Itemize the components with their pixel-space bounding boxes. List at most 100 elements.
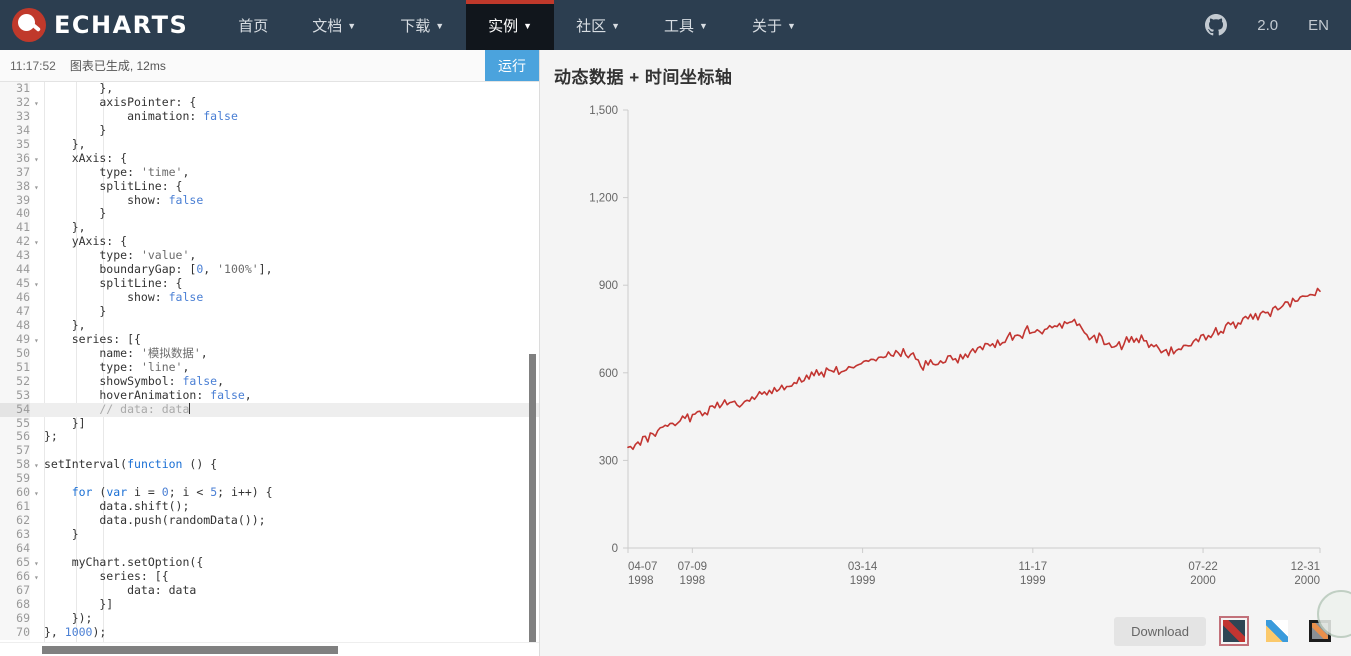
code-line[interactable]: 52 showSymbol: false, — [0, 373, 539, 389]
code-line[interactable]: 64 — [0, 541, 539, 556]
github-icon[interactable] — [1205, 14, 1228, 36]
code-line[interactable]: 53 hoverAnimation: false, — [0, 388, 539, 403]
code-line[interactable]: 67 data: data — [0, 583, 539, 598]
status-timestamp: 11:17:52 — [10, 58, 56, 73]
code-lines[interactable]: 31 }, 32 ▾ axisPointer: {33 animation: fal… — [0, 82, 539, 656]
code-line[interactable]: 62 data.push(randomData()); — [0, 513, 539, 529]
code-token: }; — [44, 429, 58, 444]
line-number: 63 — [0, 527, 30, 542]
text-cursor — [189, 402, 191, 414]
code-token: }); — [44, 610, 93, 625]
x-axis-tick-label-year: 1998 — [628, 575, 654, 587]
x-axis-tick-label-date: 04-07 — [628, 561, 657, 573]
fold-toggle-icon[interactable]: ▾ — [34, 97, 44, 111]
run-button[interactable]: 运行 — [485, 50, 539, 81]
code-token: name: — [44, 345, 141, 360]
chart-footer-toolbar: Download — [1114, 616, 1335, 646]
theme-swatch-light[interactable] — [1262, 616, 1292, 646]
fold-toggle-icon[interactable]: ▾ — [34, 334, 44, 348]
code-token: xAxis: { — [44, 150, 128, 165]
code-token: , — [203, 262, 218, 277]
code-token: var — [106, 485, 128, 500]
code-line[interactable]: 34 } — [0, 123, 539, 138]
code-line[interactable]: 47 } — [0, 304, 539, 319]
code-line[interactable]: 39 show: false — [0, 193, 539, 208]
code-token: series: [{ — [44, 568, 169, 583]
y-axis-tick-label: 0 — [612, 543, 618, 555]
code-line[interactable]: 55 }] — [0, 416, 539, 431]
status-message: 图表已生成, 12ms — [69, 59, 166, 73]
code-line[interactable]: 50 name: '模拟数据', — [0, 345, 539, 361]
language-toggle[interactable]: EN — [1308, 17, 1329, 34]
fold-toggle-icon[interactable]: ▾ — [34, 278, 44, 292]
editor-vertical-scrollbar[interactable] — [529, 354, 536, 652]
nav-item-download[interactable]: 下载 ▼ — [378, 0, 466, 50]
code-line[interactable]: 33 animation: false — [0, 109, 539, 124]
code-line[interactable]: 68 }] — [0, 597, 539, 612]
nav-item-about[interactable]: 关于 ▼ — [730, 0, 818, 50]
brand-logo[interactable]: ECHARTS — [0, 0, 202, 50]
code-line[interactable]: 42 ▾ yAxis: { — [0, 234, 539, 250]
nav-item-docs[interactable]: 文档 ▼ — [290, 0, 378, 50]
code-line[interactable]: 54 // data: data — [0, 402, 539, 417]
chart-title: 动态数据 + 时间坐标轴 — [554, 68, 733, 87]
code-line[interactable]: 41 }, — [0, 220, 539, 236]
code-line[interactable]: 57 — [0, 443, 539, 459]
editor-horizontal-scrollbar-track[interactable] — [0, 642, 539, 656]
code-line[interactable]: 45 ▾ splitLine: { — [0, 276, 539, 292]
code-line[interactable]: 46 show: false — [0, 290, 539, 306]
chevron-down-icon: ▼ — [523, 20, 533, 31]
fold-toggle-icon[interactable]: ▾ — [34, 236, 44, 250]
code-line[interactable]: 69 }); — [0, 610, 539, 626]
code-token: , — [217, 373, 225, 388]
code-line[interactable]: 58 ▾ setInterval(function () { — [0, 457, 539, 473]
code-area[interactable]: 31 }, 32 ▾ axisPointer: {33 animation: fal… — [0, 82, 539, 656]
code-line[interactable]: 43 type: 'value', — [0, 248, 539, 264]
x-axis-tick-label-year: 2000 — [1294, 575, 1320, 587]
code-line[interactable]: 36 ▾ xAxis: { — [0, 150, 539, 167]
code-line[interactable]: 44 boundaryGap: [0, '100%'], — [0, 262, 539, 278]
fold-toggle-icon[interactable]: ▾ — [34, 181, 44, 195]
code-line[interactable]: 32 ▾ axisPointer: { — [0, 95, 539, 111]
code-line[interactable]: 65 ▾ myChart.setOption({ — [0, 555, 539, 571]
nav-item-examples[interactable]: 实例 ▼ — [466, 0, 555, 50]
editor-horizontal-scrollbar[interactable] — [42, 646, 338, 654]
line-number: 64 — [0, 541, 30, 556]
fold-toggle-icon[interactable]: ▾ — [34, 153, 44, 167]
download-button[interactable]: Download — [1114, 616, 1206, 646]
code-line[interactable]: 63 } — [0, 527, 539, 542]
y-axis-tick-label: 900 — [599, 280, 618, 292]
chevron-down-icon: ▼ — [611, 20, 620, 31]
fold-toggle-icon[interactable]: ▾ — [34, 487, 44, 501]
code-line[interactable]: 31 }, — [0, 82, 539, 96]
line-number: 57 — [0, 443, 30, 459]
nav-item-home[interactable]: 首页 — [216, 0, 290, 50]
code-line[interactable]: 49 ▾ series: [{ — [0, 332, 539, 348]
code-line[interactable]: 61 data.shift(); — [0, 499, 539, 515]
line-number: 33 — [0, 109, 30, 124]
nav-item-tools[interactable]: 工具 ▼ — [642, 0, 730, 50]
code-line[interactable]: 70}, 1000); — [0, 625, 539, 640]
fold-toggle-icon[interactable]: ▾ — [34, 571, 44, 585]
fold-toggle-icon[interactable]: ▾ — [34, 459, 44, 473]
code-line[interactable]: 48 }, — [0, 318, 539, 333]
code-line[interactable]: 40 } — [0, 206, 539, 222]
nav-item-community[interactable]: 社区 ▼ — [554, 0, 642, 50]
code-token: yAxis: { — [44, 234, 128, 249]
code-line[interactable]: 66 ▾ series: [{ — [0, 568, 539, 585]
code-line[interactable]: 37 type: 'time', — [0, 164, 539, 180]
line-number: 68 — [0, 597, 30, 612]
code-line[interactable]: 35 }, — [0, 137, 539, 152]
code-token: type: — [44, 359, 141, 374]
code-token: type: — [44, 164, 141, 179]
code-line[interactable]: 51 type: 'line', — [0, 359, 539, 375]
code-line[interactable]: 60 ▾ for (var i = 0; i < 5; i++) { — [0, 485, 539, 501]
code-line[interactable]: 59 — [0, 471, 539, 487]
code-token: }, — [44, 220, 86, 235]
code-line[interactable]: 56}; — [0, 429, 539, 445]
version-link[interactable]: 2.0 — [1257, 17, 1278, 34]
theme-swatch-dark[interactable] — [1219, 616, 1249, 646]
x-axis-tick-label-date: 12-31 — [1291, 561, 1320, 573]
code-line[interactable]: 38 ▾ splitLine: { — [0, 179, 539, 195]
fold-toggle-icon[interactable]: ▾ — [34, 557, 44, 571]
